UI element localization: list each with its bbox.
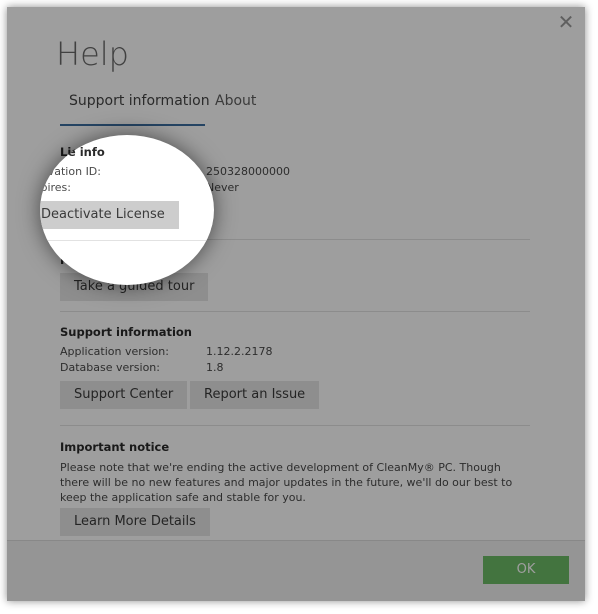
support-heading: Support information [60, 325, 192, 339]
app-version-value: 1.12.2.2178 [206, 345, 273, 358]
tab-label: Support information [69, 93, 210, 109]
support-center-button[interactable]: Support Center [60, 381, 188, 409]
spotlight-highlight: License info Activation ID: Expires: Dea… [40, 135, 214, 285]
app-version-label: Application version: [60, 345, 169, 358]
help-heading: Help [40, 253, 57, 267]
close-icon[interactable]: ✕ [555, 11, 577, 33]
help-dialog: ✕ Help Support information About License… [7, 7, 585, 601]
notice-heading: Important notice [60, 440, 170, 454]
divider [40, 240, 214, 241]
report-issue-button[interactable]: Report an Issue [190, 381, 320, 409]
learn-more-button[interactable]: Learn More Details [60, 508, 210, 536]
db-version-row: Database version: 1.8 [60, 361, 530, 376]
db-version-label: Database version: [60, 361, 160, 374]
license-heading: License info [40, 145, 105, 159]
tab-about[interactable]: About [215, 93, 256, 126]
activation-value: 250328000000 [206, 165, 290, 178]
divider [60, 425, 530, 426]
divider [60, 311, 530, 312]
app-version-row: Application version: 1.12.2.2178 [60, 345, 530, 360]
dialog-title: Help [56, 35, 129, 73]
tab-active-indicator [60, 124, 205, 126]
tab-support-information[interactable]: Support information [60, 93, 210, 126]
activation-row: Activation ID: [40, 165, 214, 180]
activation-label: Activation ID: [40, 165, 101, 178]
db-version-value: 1.8 [206, 361, 224, 374]
dialog-footer: OK [7, 540, 585, 601]
expires-row: Expires: [40, 181, 214, 196]
notice-text: Please note that we're ending the active… [60, 461, 513, 504]
deactivate-license-button[interactable]: Deactivate License [40, 201, 179, 229]
ok-button[interactable]: OK [483, 556, 569, 584]
expires-label: Expires: [40, 181, 71, 194]
tab-label: About [215, 93, 257, 109]
